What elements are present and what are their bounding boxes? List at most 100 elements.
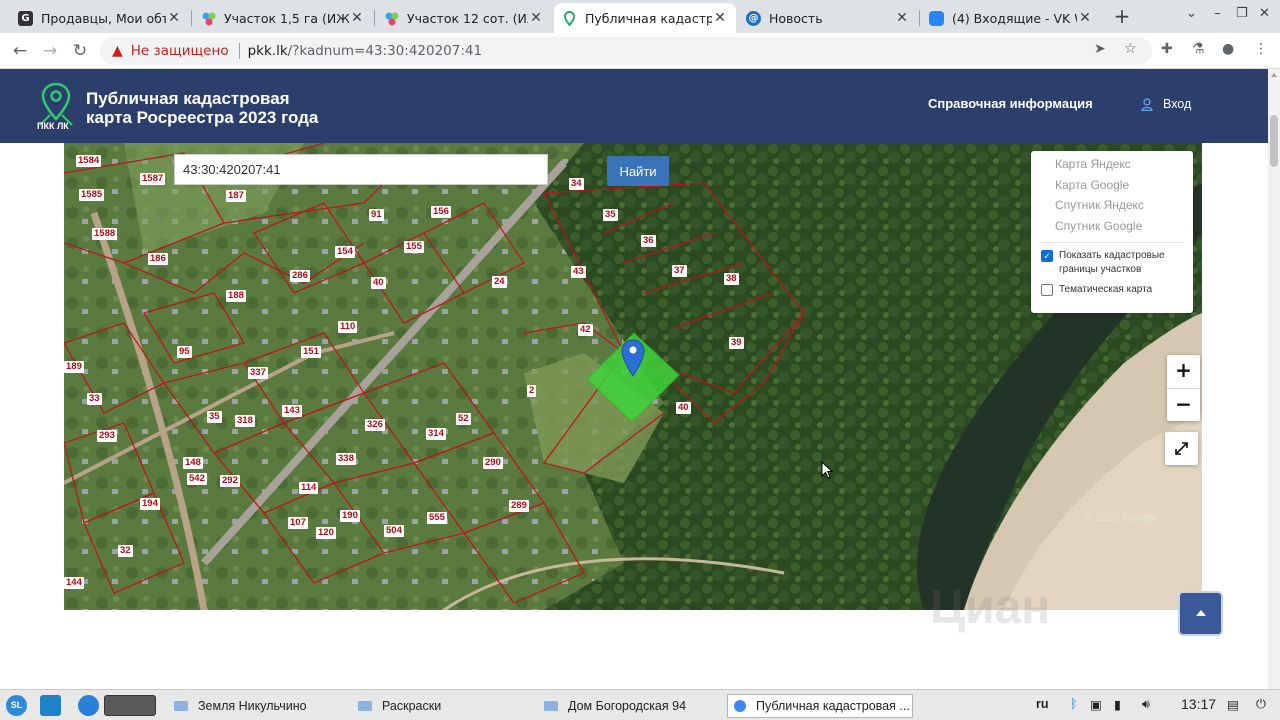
network-icon[interactable]: ▣ <box>1090 697 1102 712</box>
close-icon[interactable]: ✕ <box>528 10 544 26</box>
reload-icon[interactable]: ↻ <box>68 39 92 63</box>
help-link[interactable]: Справочная информация <box>928 96 1093 111</box>
find-button[interactable]: Найти <box>607 156 669 186</box>
close-icon[interactable]: ✕ <box>712 10 728 26</box>
maximize-icon[interactable]: ❐ <box>1236 6 1248 21</box>
parcel-number-label[interactable]: 38 <box>724 273 739 285</box>
close-icon[interactable]: ✕ <box>166 10 182 26</box>
cadastral-number-input[interactable] <box>174 154 548 185</box>
layer-option-yandex-map[interactable]: Карта Яндекс <box>1031 154 1193 175</box>
minimize-icon[interactable]: – <box>1214 6 1221 21</box>
parcel-number-label[interactable]: 338 <box>336 453 356 465</box>
parcel-number-label[interactable]: 39 <box>729 337 744 349</box>
parcel-number-label[interactable]: 555 <box>427 512 447 524</box>
extensions-puzzle-icon[interactable]: ✚ <box>1161 41 1173 57</box>
parcel-number-label[interactable]: 289 <box>509 500 529 512</box>
parcel-number-label[interactable]: 144 <box>64 577 84 589</box>
zoom-in-button[interactable]: + <box>1167 355 1200 388</box>
forward-arrow-icon[interactable]: → <box>38 39 62 63</box>
parcel-number-label[interactable]: 286 <box>290 270 310 282</box>
parcel-number-label[interactable]: 33 <box>87 393 102 405</box>
tab-search-icon[interactable]: ⌄ <box>1186 6 1197 21</box>
page-scrollbar[interactable] <box>1268 69 1280 689</box>
parcel-number-label[interactable]: 1584 <box>76 155 102 167</box>
checkbox-checked-icon[interactable]: ✓ <box>1041 250 1053 262</box>
parcel-number-label[interactable]: 318 <box>235 415 255 427</box>
power-icon[interactable]: ⏻ <box>1256 697 1266 712</box>
parcel-number-label[interactable]: 114 <box>299 482 319 494</box>
site-title[interactable]: Публичная кадастровая карта Росреестра 2… <box>86 89 318 127</box>
scrollbar-thumb[interactable] <box>1270 115 1278 167</box>
parcel-number-label[interactable]: 314 <box>426 428 446 440</box>
parcel-number-label[interactable]: 35 <box>603 209 618 221</box>
parcel-number-label[interactable]: 35 <box>207 411 222 423</box>
tab-3-active[interactable]: Публичная кадастров ✕ <box>554 3 736 33</box>
scroll-to-top-button[interactable] <box>1180 593 1221 634</box>
parcel-number-label[interactable]: 290 <box>483 457 503 469</box>
parcel-number-label[interactable]: 91 <box>369 209 384 221</box>
parcel-number-label[interactable]: 155 <box>404 241 424 253</box>
taskbar-item-2[interactable]: Дом Богородская 94 <box>538 694 720 718</box>
parcel-number-label[interactable]: 190 <box>340 510 360 522</box>
parcel-number-label[interactable]: 40 <box>371 277 386 289</box>
bluetooth-icon[interactable]: ᛒ <box>1070 697 1078 711</box>
parcel-number-label[interactable]: 151 <box>301 346 321 358</box>
parcel-number-label[interactable]: 293 <box>97 430 117 442</box>
parcel-number-label[interactable]: 1588 <box>92 228 118 240</box>
send-icon[interactable]: ➤ <box>1094 41 1106 57</box>
parcel-number-label[interactable]: 194 <box>140 498 160 510</box>
parcel-number-label[interactable]: 154 <box>335 246 355 258</box>
window-close-icon[interactable]: ✕ <box>1259 6 1270 21</box>
parcel-number-label[interactable]: 42 <box>578 324 593 336</box>
zoom-out-button[interactable]: − <box>1167 388 1200 421</box>
parcel-number-label[interactable]: 43 <box>571 266 586 278</box>
layer-option-yandex-satellite[interactable]: Спутник Яндекс <box>1031 195 1193 216</box>
parcel-number-label[interactable]: 107 <box>288 517 308 529</box>
parcel-number-label[interactable]: 326 <box>365 419 385 431</box>
location-marker-icon[interactable] <box>621 339 645 377</box>
start-menu-button[interactable]: SL <box>6 695 27 716</box>
parcel-number-label[interactable]: 188 <box>226 290 246 302</box>
browser-globe-icon[interactable] <box>78 695 99 716</box>
address-bar[interactable]: ▲ Не защищено pkk.lk/?kadnum=43:30:42020… <box>100 37 1152 65</box>
parcel-number-label[interactable]: 156 <box>431 206 451 218</box>
new-tab-button[interactable]: + <box>1110 5 1134 29</box>
parcel-number-label[interactable]: 187 <box>226 190 246 202</box>
bookmark-star-icon[interactable]: ☆ <box>1124 41 1137 57</box>
parcel-number-label[interactable]: 1585 <box>79 189 105 201</box>
taskbar-item-0[interactable]: Земля Никульчино <box>168 694 348 718</box>
clipboard-icon[interactable]: ▤ <box>1227 697 1239 712</box>
parcel-number-label[interactable]: 95 <box>177 346 192 358</box>
taskbar-item-3-active[interactable]: Публичная кадастровая ... <box>727 694 913 718</box>
layer-option-google-map[interactable]: Карта Google <box>1031 175 1193 196</box>
parcel-number-label[interactable]: 36 <box>641 235 656 247</box>
scroll-up-icon[interactable] <box>1271 73 1277 77</box>
parcel-number-label[interactable]: 504 <box>384 525 404 537</box>
login-button[interactable]: Вход <box>1141 97 1191 111</box>
parcel-number-label[interactable]: 110 <box>338 321 358 333</box>
menu-kebab-icon[interactable]: ⋮ <box>1254 41 1268 57</box>
parcel-number-label[interactable]: 32 <box>118 545 133 557</box>
tab-4[interactable]: @ Новость ✕ <box>738 3 918 33</box>
tab-5[interactable]: (4) Входящие - VK Wo ✕ <box>921 3 1101 33</box>
parcel-number-label[interactable]: 52 <box>456 413 471 425</box>
parcel-number-label[interactable]: 186 <box>148 253 168 265</box>
profile-icon[interactable]: ● <box>1222 41 1234 57</box>
clock[interactable]: 13:17 <box>1181 696 1216 712</box>
parcel-number-label[interactable]: 148 <box>183 457 203 469</box>
parcel-number-label[interactable]: 292 <box>220 475 240 487</box>
tab-2[interactable]: Участок 12 сот. (ИЖС ✕ <box>376 3 552 33</box>
battery-icon[interactable]: ▮ <box>1114 697 1121 712</box>
volume-icon[interactable]: 🔊︎ <box>1142 697 1150 712</box>
lab-flask-icon[interactable]: ⚗ <box>1192 41 1205 57</box>
parcel-number-label[interactable]: 24 <box>492 276 507 288</box>
layer-option-google-satellite[interactable]: Спутник Google <box>1031 216 1193 237</box>
desktop-icon[interactable] <box>40 695 61 716</box>
keyboard-layout-indicator[interactable]: ru <box>1036 697 1049 711</box>
tab-1[interactable]: Участок 1,5 га (ИЖС) ✕ <box>193 3 373 33</box>
close-icon[interactable]: ✕ <box>349 10 365 26</box>
parcel-number-label[interactable]: 40 <box>676 402 691 414</box>
taskbar-item-1[interactable]: Раскраски <box>352 694 532 718</box>
tab-0[interactable]: G Продавцы, Мои объе ✕ <box>10 3 190 33</box>
thematic-map-checkbox-row[interactable]: Тематическая карта <box>1031 283 1193 297</box>
